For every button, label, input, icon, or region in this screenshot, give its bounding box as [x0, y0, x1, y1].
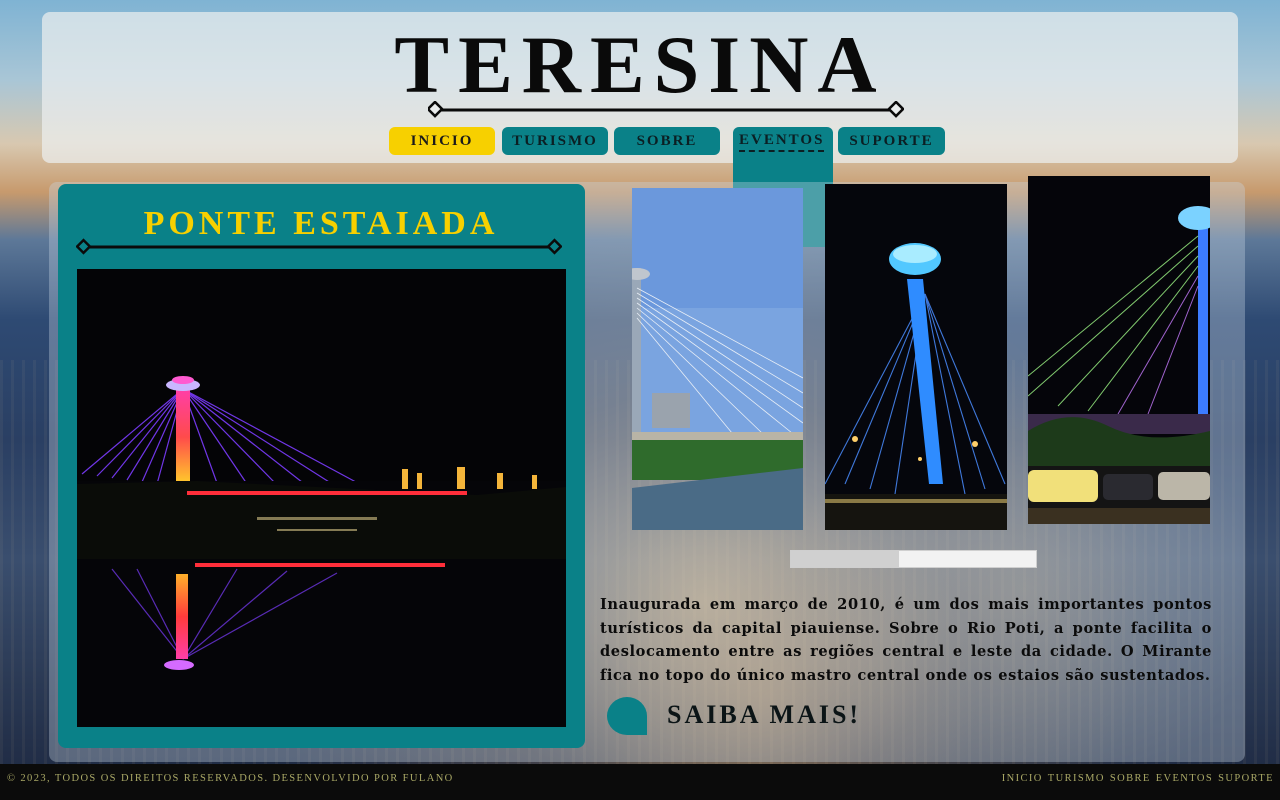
site-footer: © 2023, TODOS OS DIREITOS RESERVADOS. DE…	[0, 764, 1280, 800]
feature-description: Inaugurada em março de 2010, é um dos ma…	[600, 596, 1212, 684]
saiba-mais-link[interactable]: SAIBA MAIS!	[667, 700, 861, 730]
nav-item-eventos[interactable]: EVENTOS	[739, 132, 825, 152]
footer-link-suporte[interactable]: SUPORTE	[1218, 773, 1274, 784]
footer-copyright: © 2023, TODOS OS DIREITOS RESERVADOS. DE…	[7, 773, 454, 784]
nav-item-suporte[interactable]: SUPORTE	[838, 127, 945, 155]
footer-nav: INICIO TURISMO SOBRE EVENTOS SUPORTE	[1002, 773, 1274, 784]
gallery-progress-bar[interactable]	[790, 550, 1037, 568]
bridge-day-photo	[632, 188, 803, 530]
speech-bubble-icon[interactable]	[607, 697, 647, 735]
nav-item-sobre[interactable]: SOBRE	[614, 127, 720, 155]
footer-link-sobre[interactable]: SOBRE	[1110, 773, 1151, 784]
gallery-progress-fill	[791, 551, 899, 567]
nav-item-inicio[interactable]: INICIO	[389, 127, 495, 155]
bridge-parking-photo	[1028, 176, 1210, 524]
bridge-night-photo	[77, 269, 566, 727]
site-title: TERESINA	[394, 19, 886, 110]
bridge-blue-mast-photo	[825, 184, 1007, 530]
nav-item-turismo[interactable]: TURISMO	[502, 127, 608, 155]
title-divider	[428, 101, 904, 118]
footer-link-inicio[interactable]: INICIO	[1002, 773, 1043, 784]
footer-link-eventos[interactable]: EVENTOS	[1156, 773, 1213, 784]
feature-title-divider	[76, 238, 562, 255]
footer-link-turismo[interactable]: TURISMO	[1048, 773, 1105, 784]
